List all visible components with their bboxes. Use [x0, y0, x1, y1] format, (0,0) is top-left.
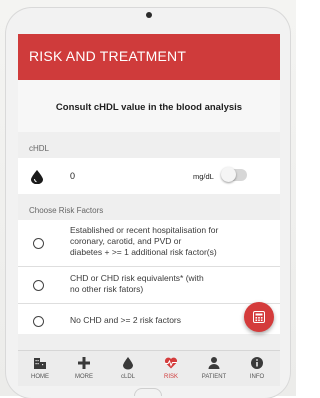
- consult-card: Consult cHDL value in the blood analysis: [18, 80, 280, 132]
- risk-option-2[interactable]: CHD or CHD risk equivalents* (with no ot…: [18, 267, 280, 303]
- radio-button[interactable]: [33, 316, 44, 327]
- app-header: RISK AND TREATMENT: [18, 34, 280, 80]
- nav-patient[interactable]: PATIENT: [192, 351, 236, 386]
- calculate-fab-button[interactable]: [244, 302, 274, 332]
- info-icon: [251, 357, 263, 369]
- unit-label: mg/dL: [193, 172, 214, 181]
- nav-risk[interactable]: RISK: [149, 351, 193, 386]
- building-icon: [34, 358, 46, 369]
- person-icon: [208, 357, 220, 369]
- nav-label: cLDL: [120, 374, 135, 380]
- risk-option-text: CHD or CHD risk equivalents* (with no ot…: [70, 273, 204, 294]
- heartbeat-icon: [164, 357, 178, 369]
- radio-button[interactable]: [33, 238, 44, 249]
- nav-info[interactable]: INFO: [235, 351, 279, 386]
- consult-instruction: Consult cHDL value in the blood analysis: [55, 102, 243, 113]
- nav-cldl[interactable]: cLDL: [106, 351, 150, 386]
- risk-factors-label: Choose Risk Factors: [29, 206, 104, 215]
- toggle-knob: [221, 167, 236, 182]
- nav-label: INFO: [249, 374, 265, 380]
- unit-toggle[interactable]: [221, 167, 247, 182]
- nav-more[interactable]: MORE: [62, 351, 106, 386]
- chdl-input-row[interactable]: 0 mg/dL: [18, 158, 280, 194]
- device-home-button: [134, 388, 162, 396]
- risk-option-text: No CHD and >= 2 risk factors: [70, 315, 182, 325]
- app-screen: RISK AND TREATMENT Consult cHDL value in…: [18, 34, 280, 386]
- plus-icon: [78, 357, 90, 369]
- radio-button[interactable]: [33, 280, 44, 291]
- risk-option-3[interactable]: No CHD and >= 2 risk factors: [18, 304, 280, 334]
- chdl-value-field[interactable]: 0: [70, 171, 75, 181]
- risk-option-text: Established or recent hospitalisation fo…: [70, 225, 219, 257]
- nav-label: PATIENT: [201, 374, 227, 380]
- calculator-icon: [253, 311, 265, 323]
- page-title: RISK AND TREATMENT: [29, 48, 187, 64]
- nav-label: HOME: [31, 374, 49, 380]
- nav-label: MORE: [75, 374, 93, 380]
- nav-label: RISK: [163, 374, 178, 380]
- main-content: Consult cHDL value in the blood analysis…: [18, 80, 280, 386]
- risk-option-1[interactable]: Established or recent hospitalisation fo…: [18, 220, 280, 266]
- nav-home[interactable]: HOME: [18, 351, 62, 386]
- front-camera: [146, 12, 152, 18]
- drop-icon: [123, 357, 133, 370]
- bottom-navigation: HOME MORE cLDL RISK PATIENT INFO: [18, 350, 280, 386]
- chdl-label: cHDL: [29, 144, 50, 153]
- drop-icon: [31, 170, 43, 184]
